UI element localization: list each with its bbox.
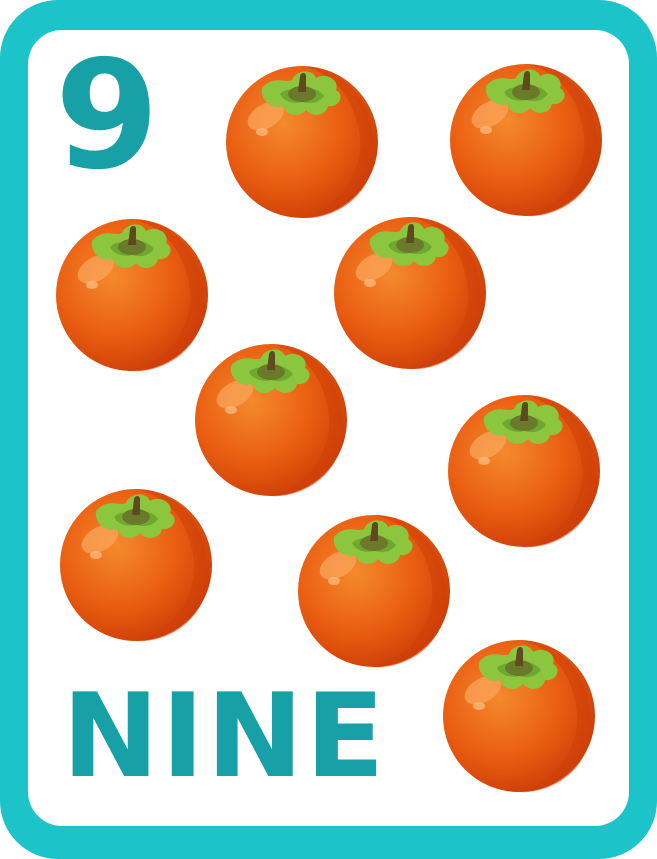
- persimmon-icon: [226, 66, 378, 219]
- persimmon-icon: [334, 217, 486, 370]
- persimmon-icon: [450, 64, 602, 217]
- persimmon-icon: [60, 489, 212, 642]
- persimmon-icon: [443, 640, 595, 793]
- number-label: 9: [54, 29, 160, 203]
- persimmon-icon: [56, 219, 208, 372]
- number-word: NINE: [62, 669, 387, 804]
- persimmon-icon: [298, 515, 450, 668]
- persimmon-icon: [195, 344, 347, 497]
- persimmon-icon: [448, 395, 600, 548]
